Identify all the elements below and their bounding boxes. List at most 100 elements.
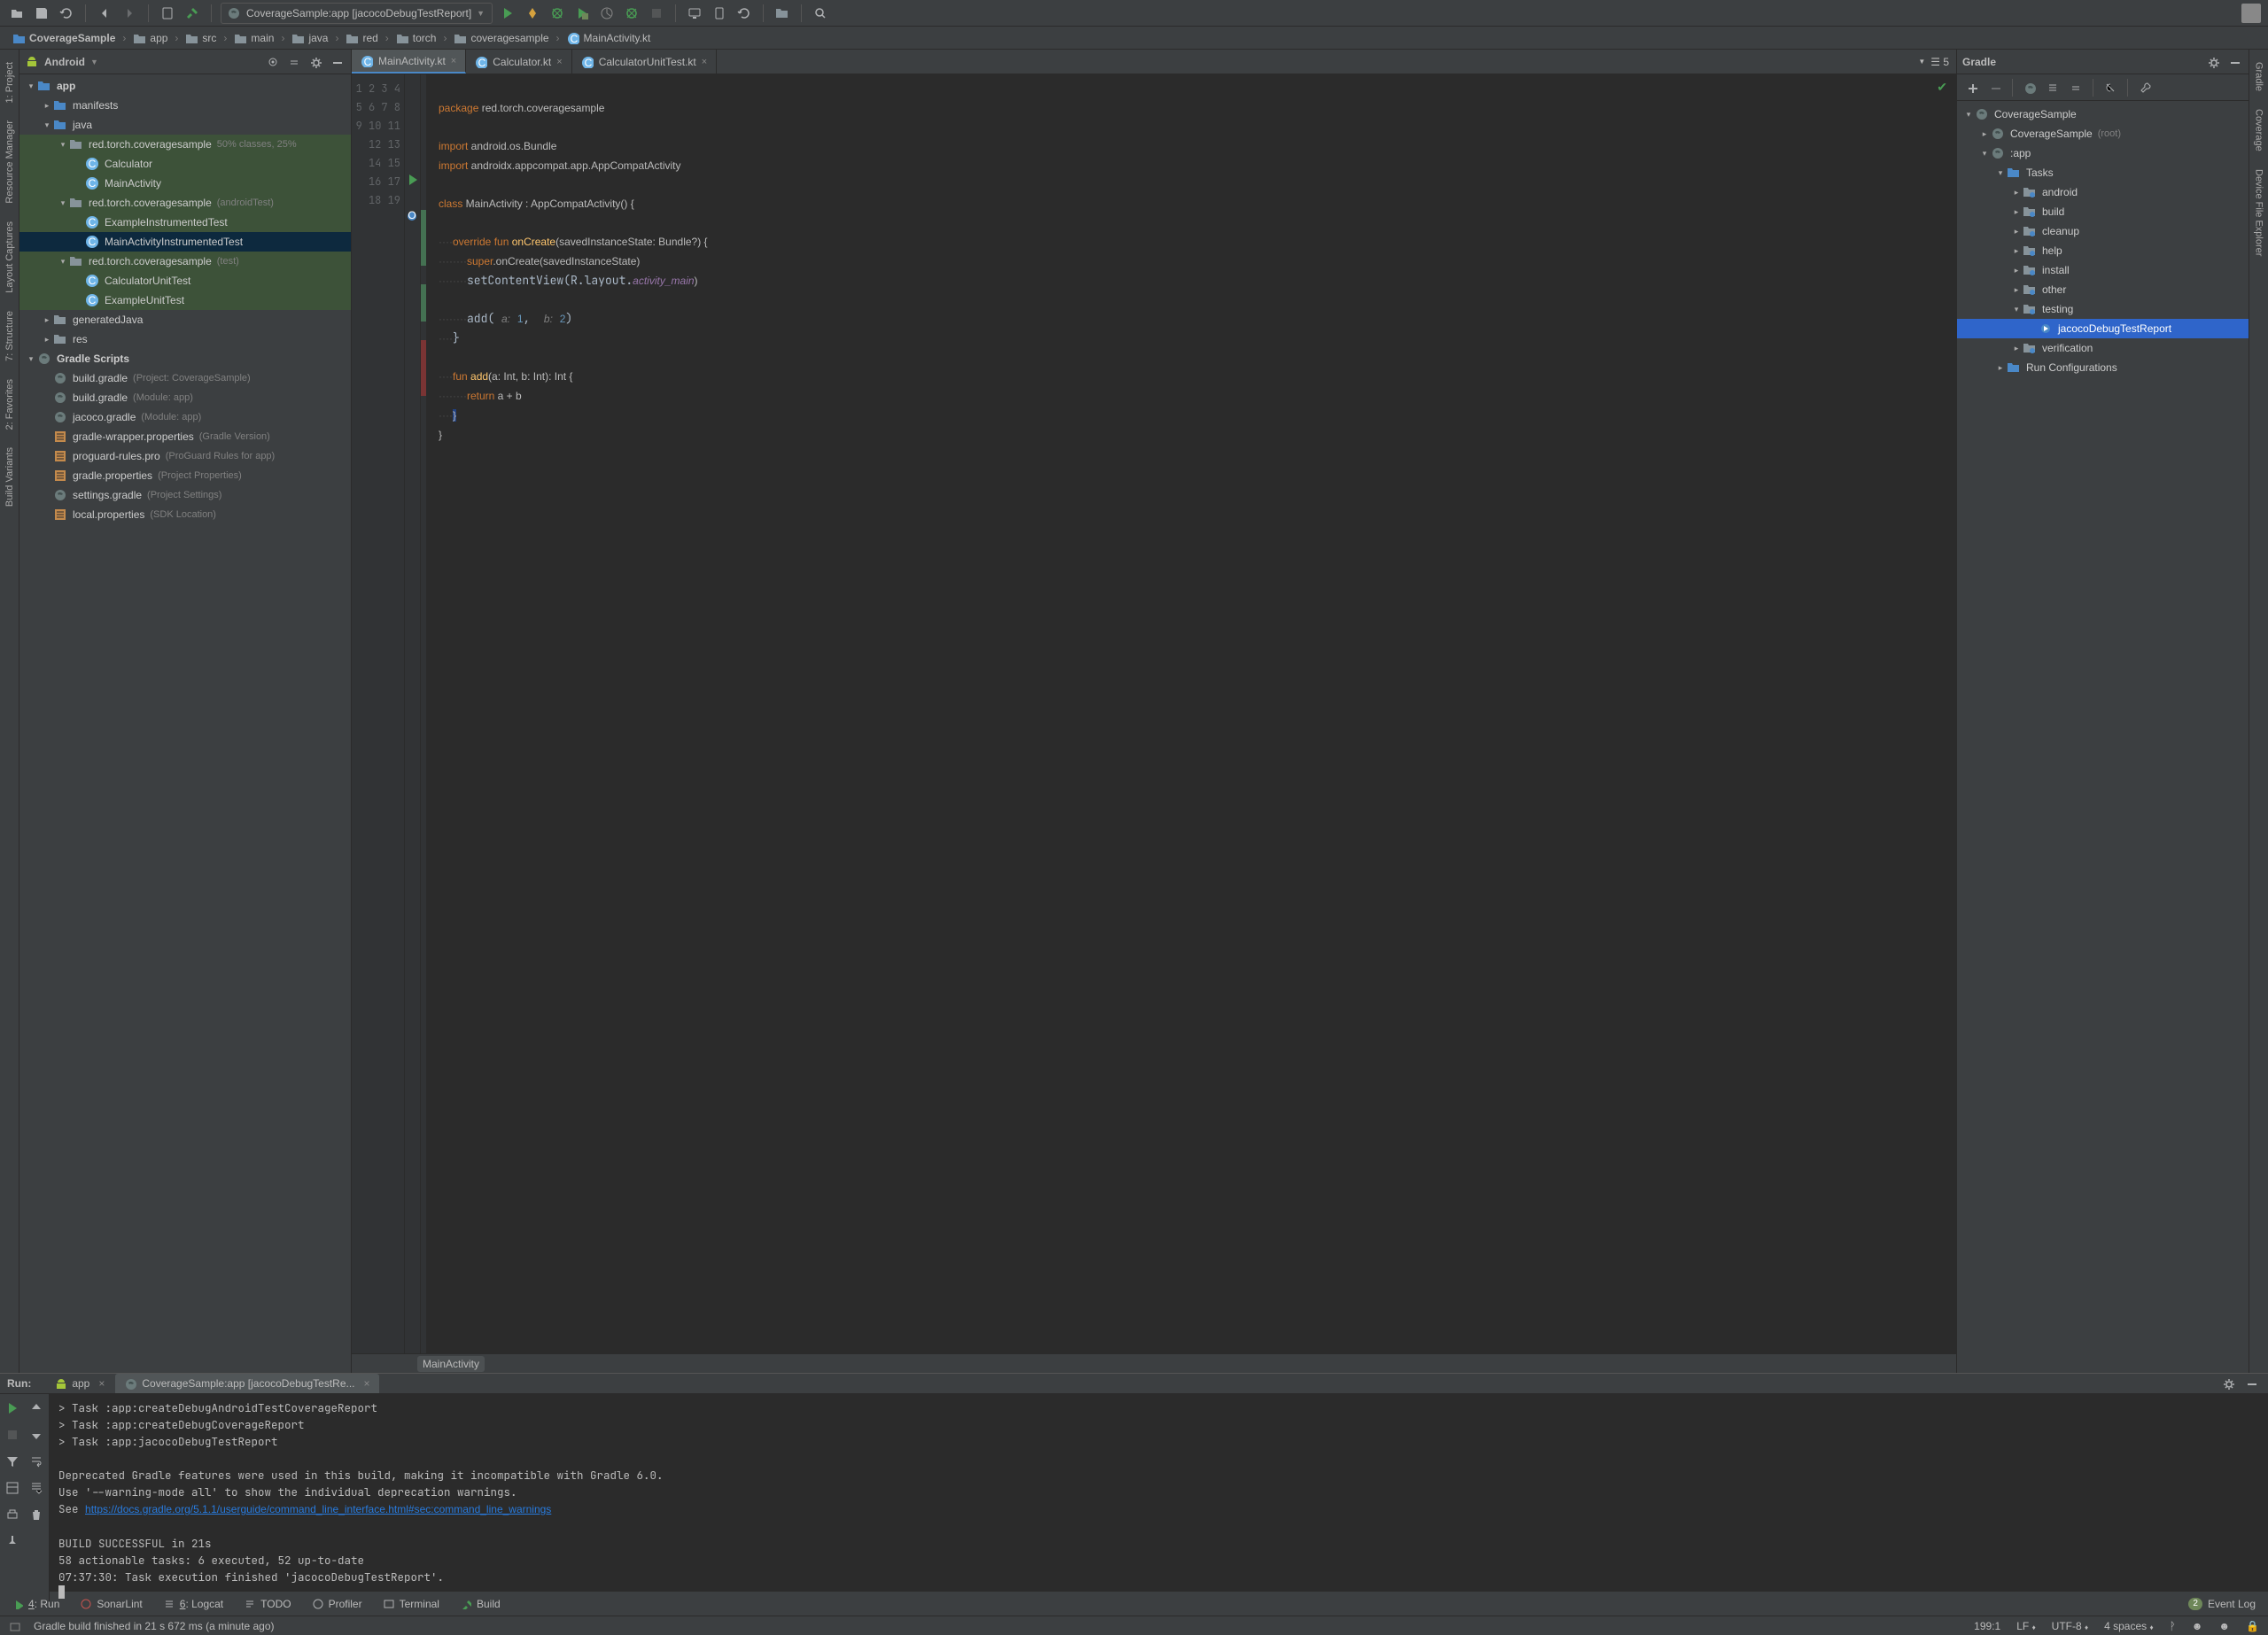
build-tab-button[interactable]: Build xyxy=(457,1596,504,1612)
nav-forward-icon[interactable] xyxy=(120,4,139,23)
git-branch-icon[interactable]: ᚹ xyxy=(2170,1620,2176,1632)
tree-item[interactable]: ExampleUnitTest xyxy=(19,291,351,310)
event-log-tab-button[interactable]: 2Event Log xyxy=(2185,1596,2259,1612)
run-config-tab[interactable]: app× xyxy=(45,1374,113,1393)
breadcrumb-item[interactable]: CoverageSample xyxy=(9,30,119,46)
expand-arrow[interactable]: ▾ xyxy=(57,198,69,208)
tree-item[interactable]: local.properties(SDK Location) xyxy=(19,505,351,524)
gradle-refresh-icon[interactable] xyxy=(2020,78,2039,97)
status-info-icon[interactable] xyxy=(9,1620,21,1632)
tool-window-tab[interactable]: 7: Structure xyxy=(3,302,17,370)
expand-arrow[interactable]: ▸ xyxy=(1994,363,2007,373)
gradle-tree[interactable]: ▾CoverageSample▸CoverageSample(root)▾:ap… xyxy=(1957,101,2249,1373)
tree-item[interactable]: ▸generatedJava xyxy=(19,310,351,329)
tree-item[interactable]: ▸other xyxy=(1957,280,2249,299)
breadcrumb-item[interactable]: red xyxy=(342,30,381,46)
close-tab-icon[interactable]: × xyxy=(364,1377,370,1390)
close-tab-icon[interactable]: × xyxy=(556,57,562,67)
expand-arrow[interactable]: ▾ xyxy=(57,257,69,267)
editor-tab[interactable]: Calculator.kt× xyxy=(466,50,571,74)
close-tab-icon[interactable]: × xyxy=(98,1377,105,1390)
tree-item[interactable]: ▸CoverageSample(root) xyxy=(1957,124,2249,143)
hide-icon[interactable] xyxy=(2225,53,2243,71)
editor-tab[interactable]: MainActivity.kt× xyxy=(352,50,466,74)
tool-window-tab[interactable]: 1: Project xyxy=(3,53,17,112)
expand-arrow[interactable]: ▾ xyxy=(1994,168,2007,178)
expand-arrow[interactable]: ▸ xyxy=(2010,285,2023,295)
expand-arrow[interactable]: ▸ xyxy=(41,315,53,325)
indent-setting[interactable]: 4 spaces ♦ xyxy=(2104,1620,2153,1632)
expand-arrow[interactable]: ▸ xyxy=(1978,129,1991,139)
sonarlint-tab-button[interactable]: SonarLint xyxy=(77,1596,145,1612)
run-config-tab[interactable]: CoverageSample:app [jacocoDebugTestRe...… xyxy=(115,1374,378,1393)
breadcrumb-item[interactable]: torch xyxy=(392,30,440,46)
run-coverage-icon[interactable] xyxy=(572,4,592,23)
tree-item[interactable]: build.gradle(Module: app) xyxy=(19,388,351,407)
pin-icon[interactable] xyxy=(2,1530,23,1552)
gradle-offline-icon[interactable] xyxy=(2101,78,2120,97)
tool-window-tab[interactable]: Coverage xyxy=(2252,100,2266,160)
expand-arrow[interactable]: ▸ xyxy=(2010,246,2023,256)
scroll-end-icon[interactable] xyxy=(26,1477,47,1499)
logcat-tab-button[interactable]: 6: Logcat xyxy=(160,1596,227,1612)
run-class-gutter-icon[interactable] xyxy=(406,173,418,185)
expand-arrow[interactable]: ▾ xyxy=(25,354,37,364)
search-everywhere-icon[interactable] xyxy=(811,4,830,23)
tree-item[interactable]: ▾Tasks xyxy=(1957,163,2249,182)
gradle-expand-icon[interactable] xyxy=(2043,78,2062,97)
tool-window-tab[interactable]: Build Variants xyxy=(3,438,17,515)
line-number-gutter[interactable]: 1 2 3 4 5 6 7 8 9 10 11 12 13 14 15 16 1… xyxy=(352,74,405,1353)
tree-item[interactable]: ▾Gradle Scripts xyxy=(19,349,351,368)
filter-icon[interactable] xyxy=(2,1451,23,1472)
avd-manager-icon[interactable] xyxy=(685,4,704,23)
tree-item[interactable]: ▸Run Configurations xyxy=(1957,358,2249,377)
tree-item[interactable]: ▾red.torch.coveragesample(androidTest) xyxy=(19,193,351,213)
todo-tab-button[interactable]: TODO xyxy=(241,1596,294,1612)
tool-window-tab[interactable]: 2: Favorites xyxy=(3,370,17,438)
settings-icon[interactable] xyxy=(2204,53,2222,71)
profiler-tab-button[interactable]: Profiler xyxy=(309,1596,366,1612)
tree-item[interactable]: ExampleInstrumentedTest xyxy=(19,213,351,232)
expand-arrow[interactable]: ▸ xyxy=(41,335,53,345)
stop-icon[interactable] xyxy=(2,1424,23,1445)
apply-changes-icon[interactable] xyxy=(523,4,542,23)
tool-window-tab[interactable]: Resource Manager xyxy=(3,112,17,213)
editor-breadcrumb[interactable]: MainActivity xyxy=(352,1353,1956,1373)
expand-arrow[interactable]: ▸ xyxy=(2010,344,2023,353)
gradle-wrench-icon[interactable] xyxy=(2135,78,2155,97)
expand-arrow[interactable]: ▸ xyxy=(41,101,53,111)
up-icon[interactable] xyxy=(26,1398,47,1419)
expand-arrow[interactable]: ▾ xyxy=(1962,110,1975,120)
tree-item[interactable]: Calculator xyxy=(19,154,351,174)
breadcrumb-item[interactable]: src xyxy=(182,30,220,46)
user-avatar[interactable] xyxy=(2241,4,2261,23)
expand-arrow[interactable]: ▸ xyxy=(2010,207,2023,217)
tree-item[interactable]: MainActivityInstrumentedTest xyxy=(19,232,351,252)
tree-item[interactable]: settings.gradle(Project Settings) xyxy=(19,485,351,505)
tree-item[interactable]: ▸help xyxy=(1957,241,2249,260)
tree-item[interactable]: ▸cleanup xyxy=(1957,221,2249,241)
tool-window-tab[interactable]: Layout Captures xyxy=(3,213,17,302)
tree-item[interactable]: ▾testing xyxy=(1957,299,2249,319)
tree-item[interactable]: proguard-rules.pro(ProGuard Rules for ap… xyxy=(19,446,351,466)
make-project-icon[interactable] xyxy=(183,4,202,23)
project-structure-icon[interactable] xyxy=(773,4,792,23)
override-gutter-icon[interactable]: O xyxy=(406,210,418,222)
tree-item[interactable]: gradle-wrapper.properties(Gradle Version… xyxy=(19,427,351,446)
close-tab-icon[interactable]: × xyxy=(702,57,707,67)
tree-item[interactable]: ▾app xyxy=(19,76,351,96)
inspection-lens-icon[interactable]: ☻ xyxy=(2218,1620,2230,1632)
tree-item[interactable]: jacocoDebugTestReport xyxy=(1957,319,2249,338)
line-separator[interactable]: LF ♦ xyxy=(2016,1620,2035,1632)
project-tree[interactable]: ▾app▸manifests▾java▾red.torch.coveragesa… xyxy=(19,74,351,1373)
attach-debugger-icon[interactable] xyxy=(622,4,641,23)
editor-tab-actions[interactable]: ▼ ☰ 5 xyxy=(1911,50,1956,74)
tree-item[interactable]: ▸verification xyxy=(1957,338,2249,358)
gradle-add-icon[interactable] xyxy=(1962,78,1982,97)
save-icon[interactable] xyxy=(32,4,51,23)
sync-icon[interactable] xyxy=(734,4,754,23)
run-configuration-dropdown[interactable]: CoverageSample:app [jacocoDebugTestRepor… xyxy=(221,3,493,24)
expand-arrow[interactable]: ▾ xyxy=(57,140,69,150)
tree-item[interactable]: jacoco.gradle(Module: app) xyxy=(19,407,351,427)
select-opened-file-icon[interactable] xyxy=(264,53,282,71)
